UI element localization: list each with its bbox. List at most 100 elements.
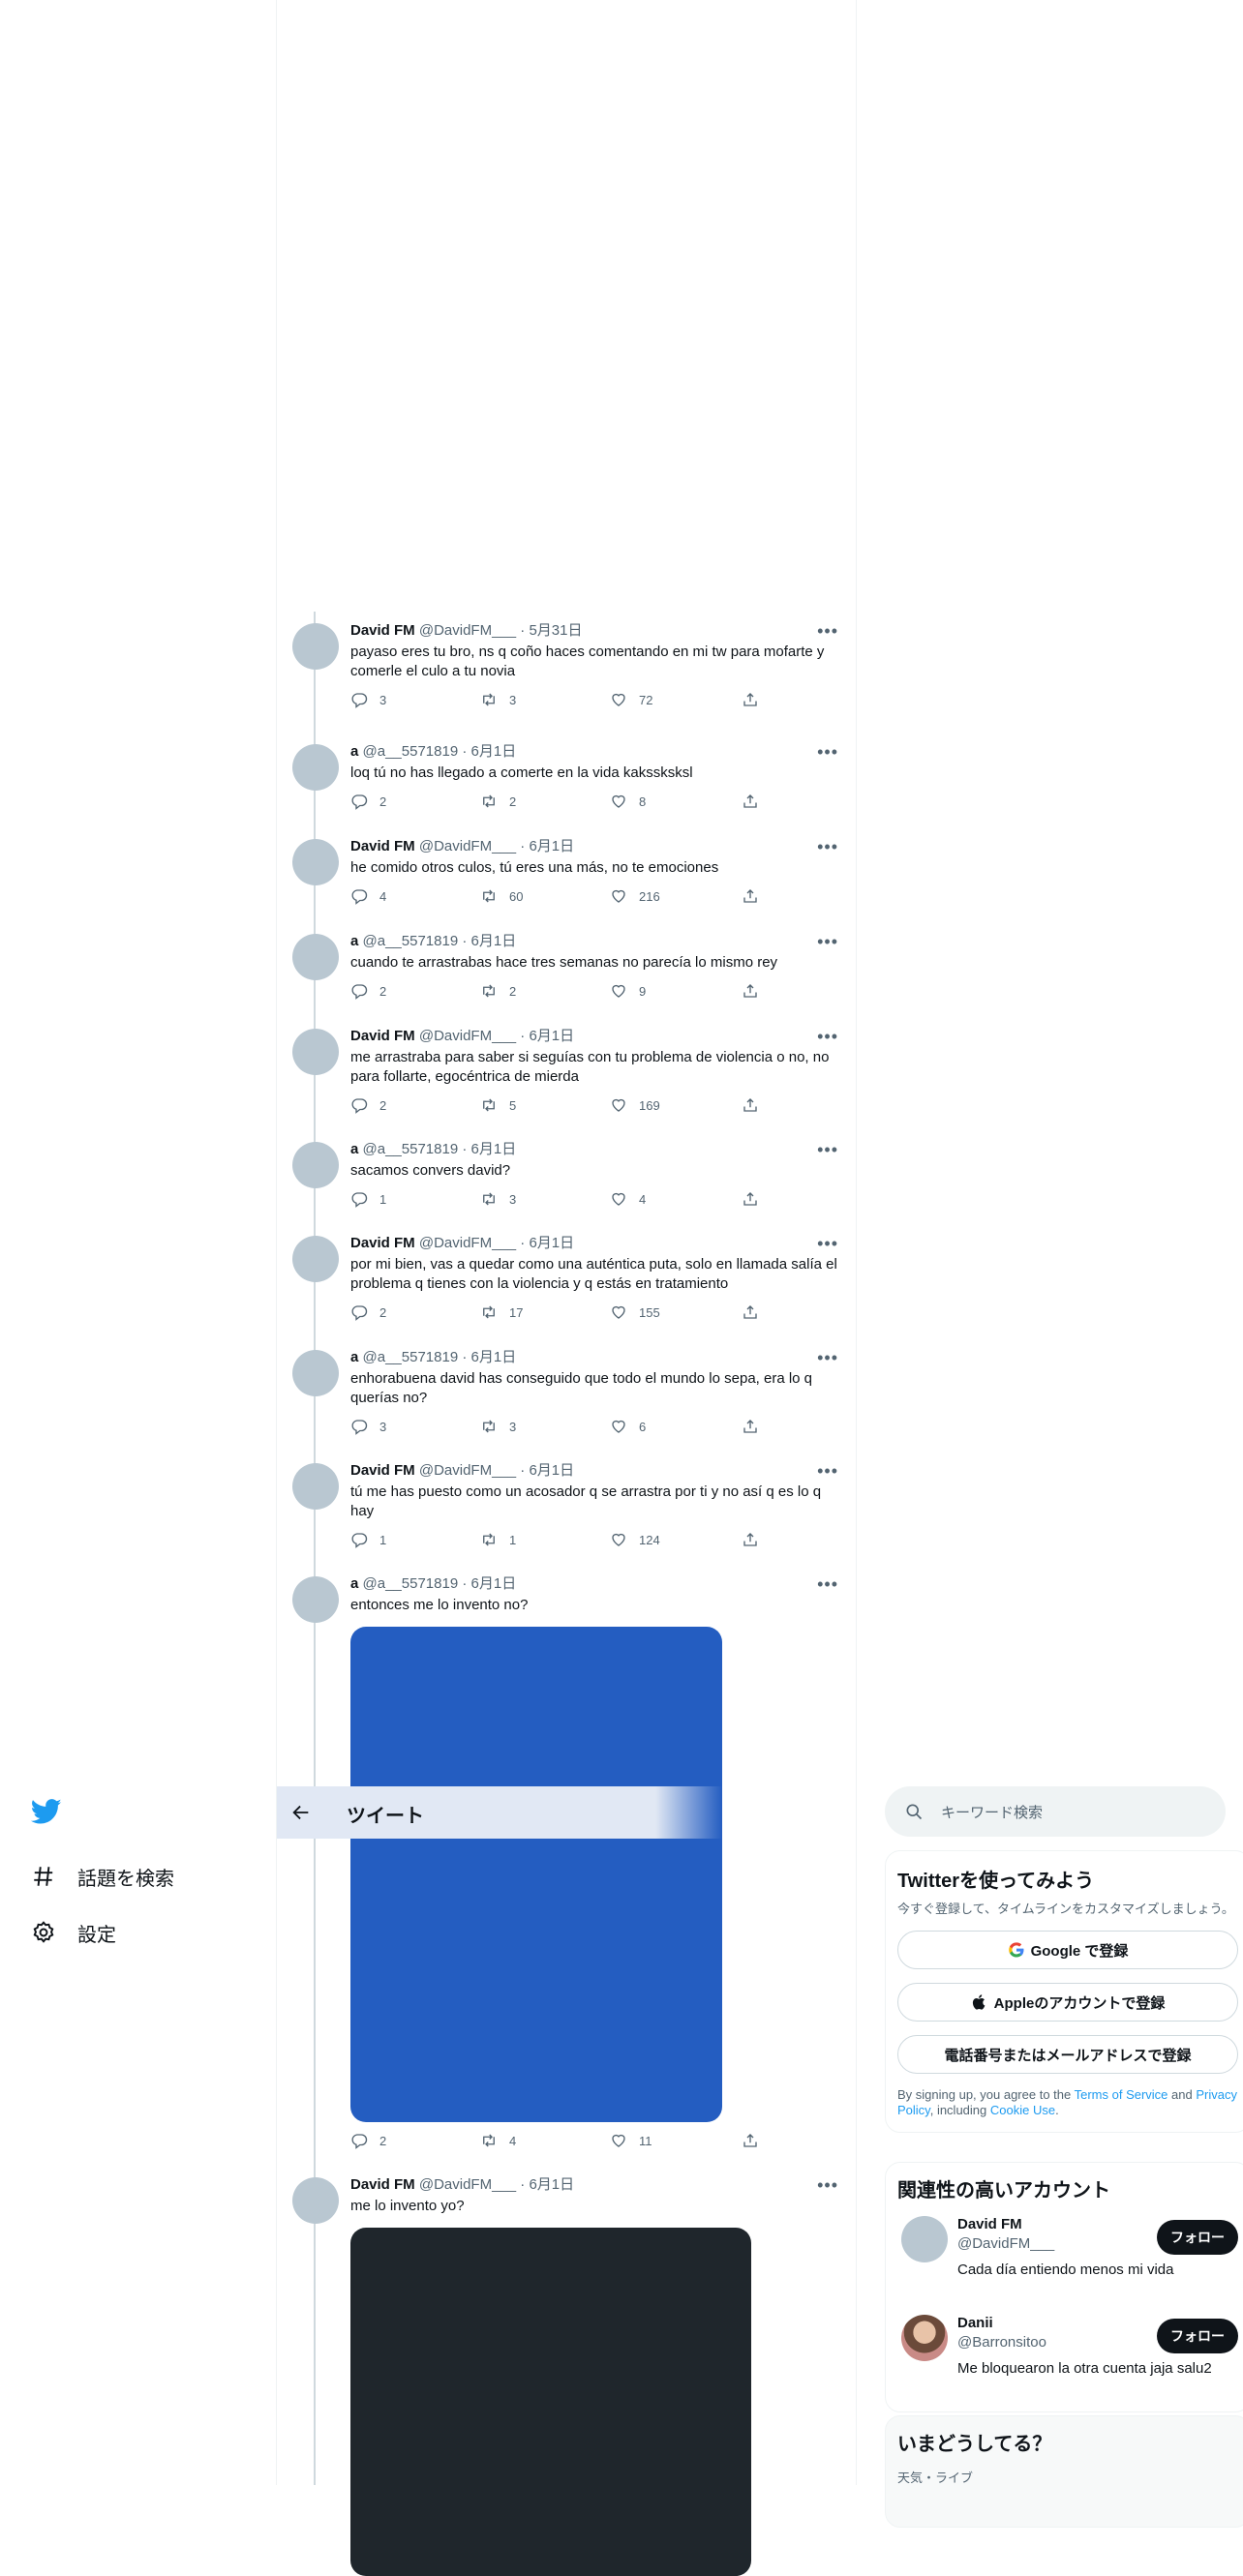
author-name[interactable]: David FM [350, 1462, 415, 1479]
share-button[interactable] [742, 1096, 771, 1114]
account-name[interactable]: David FM [957, 2216, 1022, 2232]
author-handle[interactable]: @DavidFM___ [419, 622, 516, 639]
reply-button[interactable]: 2 [350, 982, 386, 1000]
author-handle[interactable]: @DavidFM___ [419, 1462, 516, 1479]
more-options-icon[interactable]: ••• [817, 622, 838, 640]
avatar[interactable] [901, 2216, 948, 2262]
retweet-button[interactable]: 5 [480, 1096, 516, 1114]
retweet-button[interactable]: 1 [480, 1531, 516, 1548]
tweet-date[interactable]: · 6月1日 [520, 1462, 574, 1479]
avatar[interactable] [292, 2177, 339, 2224]
share-button[interactable] [742, 1418, 771, 1435]
like-button[interactable]: 216 [610, 887, 660, 905]
like-button[interactable]: 4 [610, 1190, 646, 1208]
reply-button[interactable]: 1 [350, 1190, 386, 1208]
author-handle[interactable]: @DavidFM___ [419, 838, 516, 854]
like-button[interactable]: 9 [610, 982, 646, 1000]
avatar[interactable] [292, 1029, 339, 1075]
more-options-icon[interactable]: ••• [817, 1462, 838, 1480]
like-button[interactable]: 169 [610, 1096, 660, 1114]
apple-signup-button[interactable]: Appleのアカウントで登録 [897, 1983, 1238, 2022]
share-button[interactable] [742, 2132, 771, 2149]
more-options-icon[interactable]: ••• [817, 1349, 838, 1366]
retweet-button[interactable]: 2 [480, 982, 516, 1000]
author-name[interactable]: David FM [350, 622, 415, 639]
reply-button[interactable]: 2 [350, 793, 386, 810]
reply-button[interactable]: 2 [350, 2132, 386, 2149]
tweet-date[interactable]: · 6月1日 [462, 933, 516, 949]
more-options-icon[interactable]: ••• [817, 1235, 838, 1252]
tweet-date[interactable]: · 6月1日 [520, 2176, 574, 2193]
more-options-icon[interactable]: ••• [817, 933, 838, 950]
more-options-icon[interactable]: ••• [817, 838, 838, 855]
reply-button[interactable]: 3 [350, 691, 386, 708]
tweet-date[interactable]: · 6月1日 [520, 1028, 574, 1044]
more-options-icon[interactable]: ••• [817, 1141, 838, 1158]
tweet-date[interactable]: · 5月31日 [520, 622, 582, 639]
author-handle[interactable]: @a__5571819 [363, 1141, 459, 1157]
author-handle[interactable]: @a__5571819 [363, 933, 459, 949]
share-button[interactable] [742, 691, 771, 708]
retweet-button[interactable]: 3 [480, 1418, 516, 1435]
phone-email-signup-button[interactable]: 電話番号またはメールアドレスで登録 [897, 2035, 1238, 2074]
reply-button[interactable]: 4 [350, 887, 386, 905]
retweet-button[interactable]: 60 [480, 887, 523, 905]
tweet-date[interactable]: · 6月1日 [462, 1575, 516, 1592]
share-button[interactable] [742, 1190, 771, 1208]
author-name[interactable]: a [350, 1575, 358, 1592]
follow-button[interactable]: フォロー [1157, 2319, 1238, 2353]
like-button[interactable]: 124 [610, 1531, 660, 1548]
back-arrow-icon[interactable] [290, 1802, 312, 1823]
retweet-button[interactable]: 3 [480, 691, 516, 708]
nav-item-settings[interactable]: 設定 [31, 1904, 254, 1961]
retweet-button[interactable]: 2 [480, 793, 516, 810]
author-handle[interactable]: @a__5571819 [363, 1349, 459, 1365]
avatar[interactable] [292, 934, 339, 980]
like-button[interactable]: 11 [610, 2132, 652, 2149]
tweet-date[interactable]: · 6月1日 [520, 1235, 574, 1251]
author-name[interactable]: David FM [350, 2176, 415, 2193]
share-button[interactable] [742, 982, 771, 1000]
tweet-date[interactable]: · 6月1日 [462, 743, 516, 760]
avatar[interactable] [292, 1350, 339, 1396]
more-options-icon[interactable]: ••• [817, 743, 838, 761]
author-name[interactable]: a [350, 1349, 358, 1365]
account-row[interactable]: David FM @DavidFM___ Cada día entiendo m… [897, 2216, 1238, 2301]
nav-item-explore[interactable]: 話題を検索 [31, 1848, 254, 1904]
google-signup-button[interactable]: Google で登録 [897, 1931, 1238, 1969]
avatar[interactable] [292, 1142, 339, 1188]
avatar[interactable] [292, 839, 339, 885]
author-handle[interactable]: @DavidFM___ [419, 2176, 516, 2193]
avatar[interactable] [292, 1576, 339, 1623]
reply-button[interactable]: 2 [350, 1096, 386, 1114]
reply-button[interactable]: 3 [350, 1418, 386, 1435]
author-handle[interactable]: @a__5571819 [363, 1575, 459, 1592]
share-button[interactable] [742, 887, 771, 905]
like-button[interactable]: 155 [610, 1303, 660, 1321]
tweet-date[interactable]: · 6月1日 [520, 838, 574, 854]
avatar[interactable] [292, 744, 339, 791]
twitter-logo-icon[interactable] [31, 1796, 62, 1827]
author-handle[interactable]: @a__5571819 [363, 743, 459, 760]
author-name[interactable]: David FM [350, 1028, 415, 1044]
account-name[interactable]: Danii [957, 2315, 993, 2331]
avatar[interactable] [292, 1463, 339, 1510]
reply-button[interactable]: 1 [350, 1531, 386, 1548]
author-name[interactable]: David FM [350, 838, 415, 854]
retweet-button[interactable]: 3 [480, 1190, 516, 1208]
author-handle[interactable]: @DavidFM___ [419, 1235, 516, 1251]
more-options-icon[interactable]: ••• [817, 1575, 838, 1593]
follow-button[interactable]: フォロー [1157, 2220, 1238, 2255]
cookie-link[interactable]: Cookie Use [990, 2103, 1055, 2117]
share-button[interactable] [742, 1303, 771, 1321]
tweet-media-image[interactable] [350, 1627, 722, 2122]
avatar[interactable] [292, 1236, 339, 1282]
author-name[interactable]: a [350, 933, 358, 949]
like-button[interactable]: 72 [610, 691, 652, 708]
tweet-date[interactable]: · 6月1日 [462, 1141, 516, 1157]
avatar[interactable] [292, 623, 339, 670]
tweet-media-image[interactable] [350, 2228, 751, 2576]
share-button[interactable] [742, 793, 771, 810]
author-handle[interactable]: @DavidFM___ [419, 1028, 516, 1044]
tweet-date[interactable]: · 6月1日 [462, 1349, 516, 1365]
